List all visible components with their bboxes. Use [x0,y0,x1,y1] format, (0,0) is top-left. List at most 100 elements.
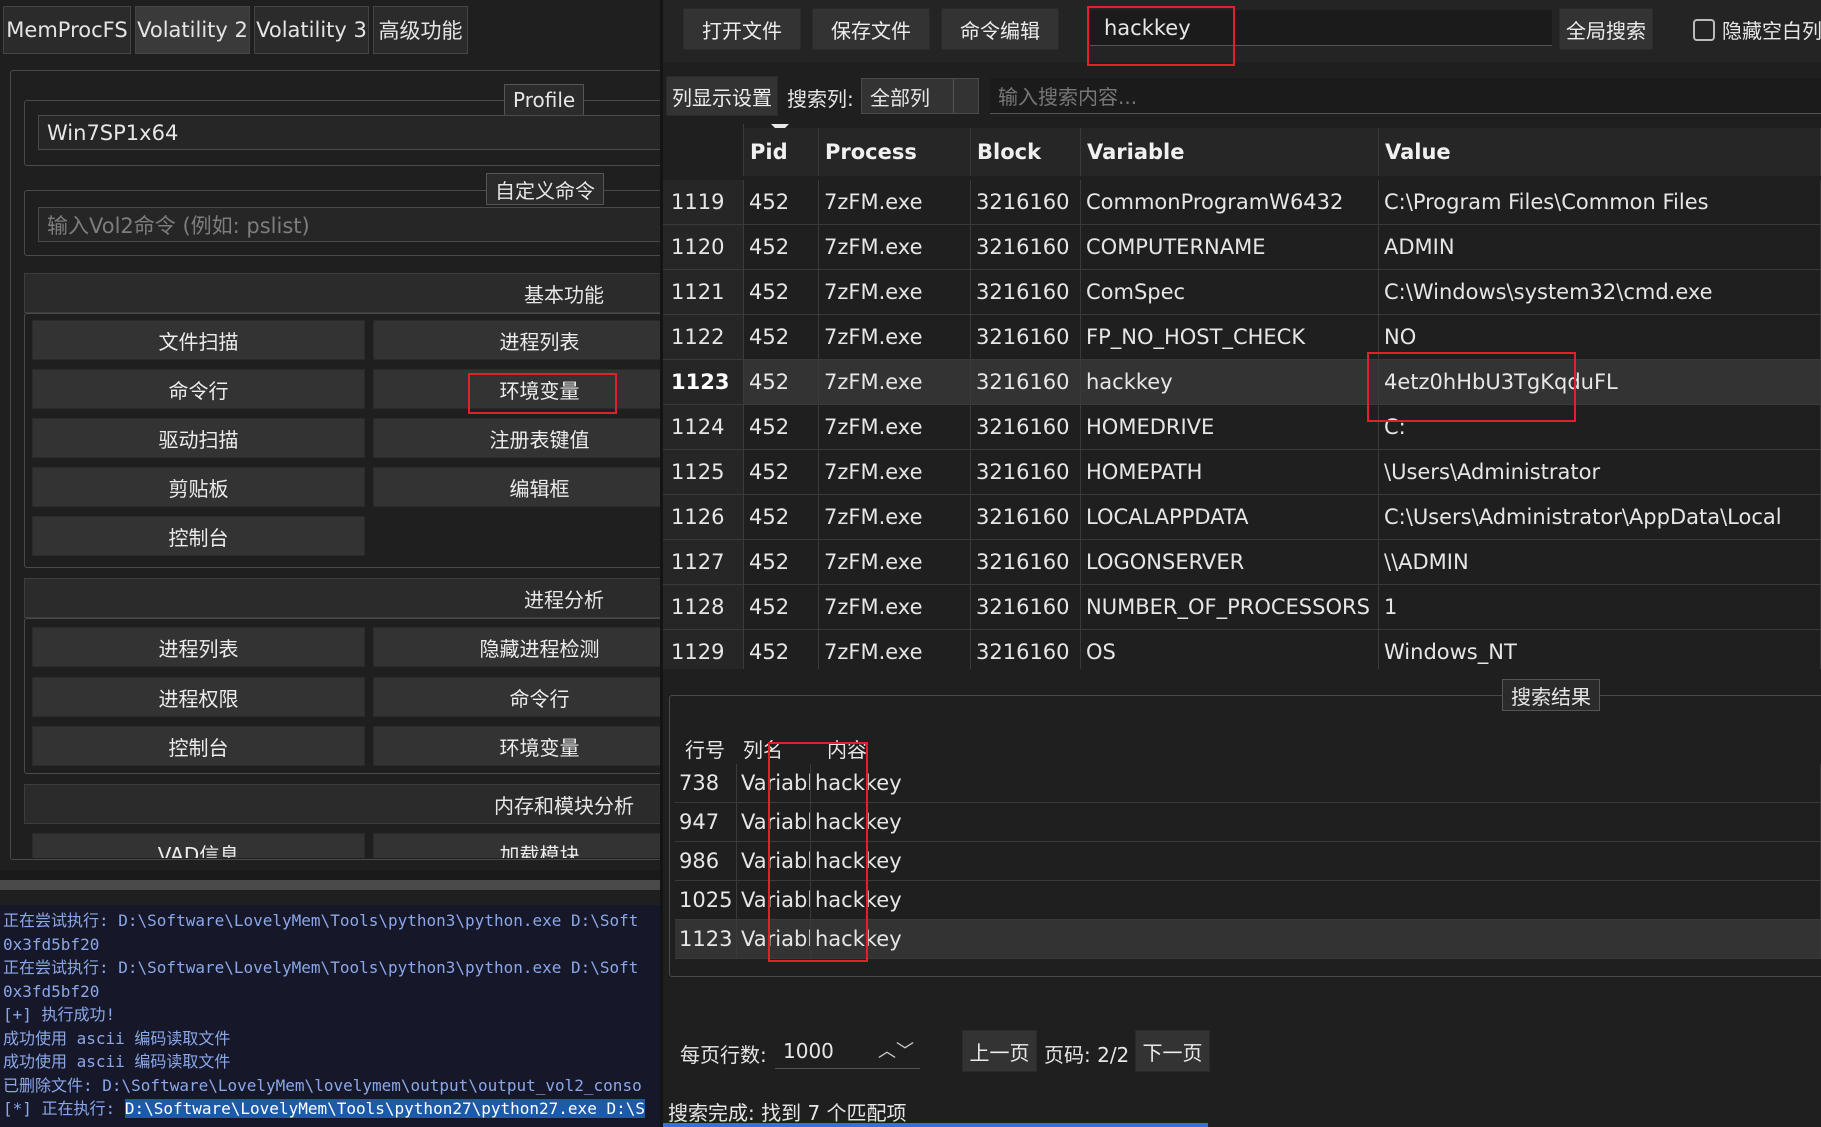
cell-pid[interactable]: 452 [744,405,819,450]
result-column[interactable]: Variable [737,842,811,881]
cell-process[interactable]: 7zFM.exe [819,630,971,669]
memory-section-header[interactable]: 内存和模块分析 [24,784,660,824]
row-header[interactable]: 1127 [663,540,744,585]
horizontal-scrollbar[interactable] [0,880,660,890]
row-header[interactable]: 1126 [663,495,744,540]
cell-value[interactable]: NO [1379,315,1821,360]
col-header-variable[interactable]: Variable [1081,128,1379,176]
basic-section-header[interactable]: 基本功能 [24,273,660,313]
proc-list-button[interactable]: 进程列表 [32,627,365,667]
cell-block[interactable]: 3216160 [971,315,1081,360]
prev-page-button[interactable]: 上一页 [962,1030,1037,1072]
cmdline-button[interactable]: 命令行 [32,369,365,409]
loaded-modules-button[interactable]: 加载模块 [373,833,660,858]
cell-value[interactable]: \Users\Administrator [1379,450,1821,495]
cell-pid[interactable]: 452 [744,585,819,630]
cell-variable[interactable]: LOCALAPPDATA [1081,495,1379,540]
cell-block[interactable]: 3216160 [971,225,1081,270]
tab-volatility3[interactable]: Volatility 3 [254,6,369,54]
cell-variable[interactable]: HOMEPATH [1081,450,1379,495]
content-search-input[interactable]: 输入搜索内容... [990,78,1821,114]
save-file-button[interactable]: 保存文件 [812,8,930,50]
cell-variable[interactable]: FP_NO_HOST_CHECK [1081,315,1379,360]
cell-pid[interactable]: 452 [744,270,819,315]
column-settings-button[interactable]: 列显示设置 [666,76,778,116]
cell-value[interactable]: C:\Users\Administrator\AppData\Local [1379,495,1821,540]
row-header[interactable]: 1120 [663,225,744,270]
console-button[interactable]: 控制台 [32,516,365,556]
cell-variable[interactable]: COMPUTERNAME [1081,225,1379,270]
proc-privs-button[interactable]: 进程权限 [32,677,365,717]
cell-value[interactable]: C:\Program Files\Common Files [1379,180,1821,225]
search-column-select[interactable]: 全部列 [861,78,979,114]
custom-command-input[interactable]: 输入Vol2命令 (例如: pslist) [38,207,660,242]
cell-process[interactable]: 7zFM.exe [819,315,971,360]
cell-block[interactable]: 3216160 [971,585,1081,630]
dropdown-button[interactable] [953,79,978,113]
proc-cmdline-button[interactable]: 命令行 [373,677,660,717]
tab-volatility2[interactable]: Volatility 2 [135,6,250,54]
spin-arrows-icon[interactable]: ︿﹀ [878,1037,914,1063]
file-scan-button[interactable]: 文件扫描 [32,320,365,360]
envvars-button[interactable]: 环境变量 [373,369,660,409]
process-list-button[interactable]: 进程列表 [373,320,660,360]
row-header[interactable]: 1122 [663,315,744,360]
tab-advanced[interactable]: 高级功能 [373,6,468,54]
proc-envvars-button[interactable]: 环境变量 [373,726,660,766]
cell-block[interactable]: 3216160 [971,270,1081,315]
cell-process[interactable]: 7zFM.exe [819,540,971,585]
cell-variable[interactable]: hackkey [1081,360,1379,405]
cell-value[interactable]: Windows_NT [1379,630,1821,669]
profile-select[interactable]: Win7SP1x64 [38,115,660,150]
row-header[interactable]: 1125 [663,450,744,495]
hide-empty-checkbox[interactable] [1693,19,1715,41]
open-file-button[interactable]: 打开文件 [683,8,801,50]
editbox-button[interactable]: 编辑框 [373,467,660,507]
registry-key-button[interactable]: 注册表键值 [373,418,660,458]
cell-process[interactable]: 7zFM.exe [819,180,971,225]
rows-per-page-spinbox[interactable]: 1000 ︿﹀ [775,1033,920,1069]
cell-block[interactable]: 3216160 [971,540,1081,585]
cell-variable[interactable]: HOMEDRIVE [1081,405,1379,450]
col-header-block[interactable]: Block [971,128,1081,176]
row-header[interactable]: 1119 [663,180,744,225]
cell-variable[interactable]: OS [1081,630,1379,669]
row-header[interactable]: 1129 [663,630,744,669]
cell-pid[interactable]: 452 [744,315,819,360]
result-column[interactable]: Variable [737,764,811,803]
proc-console-button[interactable]: 控制台 [32,726,365,766]
cell-variable[interactable]: CommonProgramW6432 [1081,180,1379,225]
cell-process[interactable]: 7zFM.exe [819,270,971,315]
cell-process[interactable]: 7zFM.exe [819,585,971,630]
command-edit-button[interactable]: 命令编辑 [941,8,1059,50]
cell-value[interactable]: C:\Windows\system32\cmd.exe [1379,270,1821,315]
result-line[interactable]: 986 [675,842,737,881]
cell-variable[interactable]: ComSpec [1081,270,1379,315]
cell-pid[interactable]: 452 [744,360,819,405]
col-header-value[interactable]: Value [1379,128,1821,176]
row-header[interactable]: 1121 [663,270,744,315]
cell-block[interactable]: 3216160 [971,360,1081,405]
cell-value[interactable]: ADMIN [1379,225,1821,270]
cell-process[interactable]: 7zFM.exe [819,405,971,450]
vad-info-button[interactable]: VAD信息 [32,833,365,858]
cell-block[interactable]: 3216160 [971,495,1081,540]
result-line[interactable]: 738 [675,764,737,803]
cell-process[interactable]: 7zFM.exe [819,225,971,270]
cell-pid[interactable]: 452 [744,180,819,225]
cell-process[interactable]: 7zFM.exe [819,495,971,540]
result-content[interactable]: hackkey [811,842,1821,881]
driver-scan-button[interactable]: 驱动扫描 [32,418,365,458]
cell-value[interactable]: \\ADMIN [1379,540,1821,585]
next-page-button[interactable]: 下一页 [1135,1030,1210,1072]
row-header[interactable]: 1123 [663,360,744,405]
result-column[interactable]: Variable [737,803,811,842]
tab-memprocfs[interactable]: MemProcFS [3,6,131,54]
cell-pid[interactable]: 452 [744,540,819,585]
result-line[interactable]: 1025 [675,881,737,920]
cell-variable[interactable]: LOGONSERVER [1081,540,1379,585]
process-section-header[interactable]: 进程分析 [24,578,660,618]
row-header[interactable]: 1124 [663,405,744,450]
result-content[interactable]: hackkey [811,764,1821,803]
clipboard-button[interactable]: 剪贴板 [32,467,365,507]
